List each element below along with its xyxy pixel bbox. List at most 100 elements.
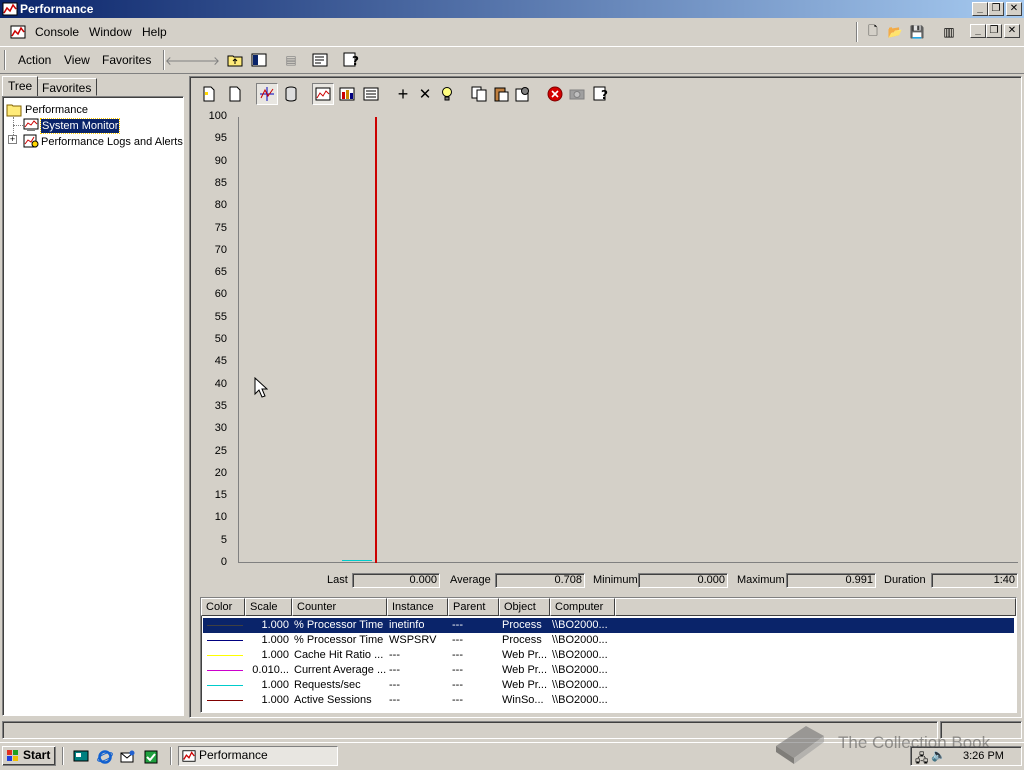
y-tick-label: 70 <box>214 243 227 256</box>
sysmon-help-icon[interactable]: ? <box>590 83 612 105</box>
clear-display-icon[interactable] <box>224 83 246 105</box>
network-icon[interactable]: 🖧 <box>915 749 928 770</box>
menu-console[interactable]: Console <box>35 25 79 39</box>
col-header-color[interactable]: Color <box>201 598 245 616</box>
menu-favorites[interactable]: Favorites <box>102 53 151 67</box>
outlook-express-icon[interactable] <box>116 746 138 768</box>
new-counter-set-icon[interactable] <box>198 83 220 105</box>
show-hide-tree-icon[interactable] <box>248 49 270 71</box>
col-header-scale[interactable]: Scale <box>245 598 292 616</box>
child-restore-button[interactable]: ❐ <box>986 24 1002 38</box>
taskbar: Start Performance 🖧 🔈 3:26 PM <box>0 742 1024 768</box>
counter-row[interactable]: 1.000 Requests/sec --- --- Web Pr... \\BO2000… <box>203 678 1014 693</box>
col-header-instance[interactable]: Instance <box>387 598 448 616</box>
console-icon[interactable] <box>10 24 26 40</box>
y-tick-label: 75 <box>214 221 227 234</box>
y-tick-label: 50 <box>214 333 227 345</box>
tree-node-perf-logs-alerts[interactable]: Performance Logs and Alerts <box>41 135 183 149</box>
view-current-activity-icon[interactable] <box>256 83 278 105</box>
counter-cell-computer: \\BO2000... <box>552 619 608 631</box>
col-header-computer[interactable]: Computer <box>550 598 615 616</box>
close-button[interactable]: ✕ <box>1006 2 1022 16</box>
child-minimize-button[interactable]: _ <box>970 24 986 38</box>
y-tick-label: 10 <box>214 511 227 524</box>
action-toolbar: Action View Favorites 🡐 🡒 ▤ ? <box>0 46 1024 74</box>
counter-cell-counter: % Processor Time <box>294 634 384 646</box>
new-window-icon[interactable]: ▥ <box>938 21 960 43</box>
counter-row[interactable]: 0.010... Current Average ... --- --- Web Pr.… <box>203 663 1014 678</box>
folder-icon <box>6 104 22 117</box>
counter-row[interactable]: 1.000 % Processor Time WSPSRV --- Process \\B… <box>203 633 1014 648</box>
counter-cell-scale: 0.010... <box>252 664 289 676</box>
clock[interactable]: 3:26 PM <box>963 750 1004 762</box>
counter-cell-computer: \\BO2000... <box>552 694 608 706</box>
highlight-icon[interactable] <box>436 83 458 105</box>
maximum-label: Maximum <box>737 574 785 586</box>
counter-cell-counter: % Processor Time <box>294 619 384 631</box>
properties-icon[interactable] <box>309 49 331 71</box>
counter-cell-instance: inetinfo <box>389 619 425 631</box>
open-folder-icon[interactable]: 📂 <box>884 21 906 43</box>
delete-counter-icon[interactable]: ✕ <box>414 83 436 105</box>
view-graph-icon[interactable] <box>312 83 334 105</box>
tree-node-system-monitor[interactable]: System Monitor <box>39 118 121 134</box>
view-report-icon[interactable] <box>360 83 382 105</box>
y-tick-label: 90 <box>214 154 227 167</box>
counter-row[interactable]: 1.000 % Processor Time inetinfo --- Process \… <box>203 618 1014 633</box>
forward-arrow-icon[interactable]: 🡒 <box>188 49 220 71</box>
tab-favorites[interactable]: Favorites <box>36 78 98 96</box>
start-button[interactable]: Start <box>2 746 56 766</box>
average-value: 0.708 <box>495 573 585 588</box>
menu-help[interactable]: Help <box>142 25 167 39</box>
counter-color-swatch <box>207 685 243 686</box>
counter-row[interactable]: 1.000 Cache Hit Ratio ... --- --- Web Pr... \… <box>203 648 1014 663</box>
minimize-button[interactable]: _ <box>972 2 988 16</box>
counter-cell-instance: --- <box>389 679 400 691</box>
sysmon-properties-icon[interactable] <box>512 83 534 105</box>
tree-expander[interactable]: + <box>8 135 17 144</box>
menu-window[interactable]: Window <box>89 25 132 39</box>
maximum-value: 0.991 <box>786 573 876 588</box>
svg-text:?: ? <box>352 54 359 68</box>
counter-cell-parent: --- <box>452 649 463 661</box>
view-histogram-icon[interactable] <box>336 83 358 105</box>
view-log-data-icon[interactable] <box>280 83 302 105</box>
help-icon[interactable]: ? <box>340 49 362 71</box>
window-title: Performance <box>20 2 94 16</box>
update-data-icon[interactable] <box>566 83 588 105</box>
copy-properties-icon[interactable] <box>468 83 490 105</box>
up-one-level-icon[interactable] <box>224 49 246 71</box>
paste-counter-list-icon[interactable] <box>490 83 512 105</box>
new-console-icon[interactable]: 🗋 <box>862 21 884 43</box>
system-monitor-pane: + ✕ ? 100 95 90 85 80 75 70 65 60 55 50 45 40 35 30 25 2… <box>189 76 1022 718</box>
child-close-button[interactable]: ✕ <box>1004 24 1020 38</box>
status-pane-secondary <box>940 721 1022 739</box>
average-label: Average <box>450 574 491 586</box>
tab-tree[interactable]: Tree <box>2 76 39 96</box>
y-tick-label: 80 <box>214 199 227 212</box>
system-monitor-icon <box>23 118 39 131</box>
add-counter-icon[interactable]: + <box>392 83 414 105</box>
counter-color-swatch <box>207 700 243 701</box>
menu-view[interactable]: View <box>64 53 90 67</box>
col-header-object[interactable]: Object <box>499 598 550 616</box>
freeze-display-icon[interactable] <box>544 83 566 105</box>
quick-launch-app-icon[interactable] <box>140 746 162 768</box>
tree-node-performance[interactable]: Performance <box>25 103 88 117</box>
title-bar[interactable]: Performance _ ❐ ✕ <box>0 0 1024 18</box>
counter-cell-instance: --- <box>389 649 400 661</box>
col-header-parent[interactable]: Parent <box>448 598 499 616</box>
col-header-counter[interactable]: Counter <box>292 598 387 616</box>
system-tray: 🖧 🔈 3:26 PM <box>910 746 1022 766</box>
minimum-label: Minimum <box>593 574 638 586</box>
counter-row[interactable]: 1.000 Active Sessions --- --- WinSo... \\BO20… <box>203 693 1014 708</box>
internet-explorer-icon[interactable] <box>94 746 116 768</box>
volume-icon[interactable]: 🔈 <box>931 748 946 762</box>
menu-action[interactable]: Action <box>18 53 51 67</box>
save-icon[interactable]: 💾 <box>906 21 928 43</box>
export-list-icon[interactable]: ▤ <box>280 49 302 71</box>
desktop-icon[interactable] <box>70 746 92 768</box>
taskbar-button-performance[interactable]: Performance <box>178 746 338 766</box>
restore-button[interactable]: ❐ <box>988 2 1004 16</box>
y-tick-label: 55 <box>214 310 227 323</box>
